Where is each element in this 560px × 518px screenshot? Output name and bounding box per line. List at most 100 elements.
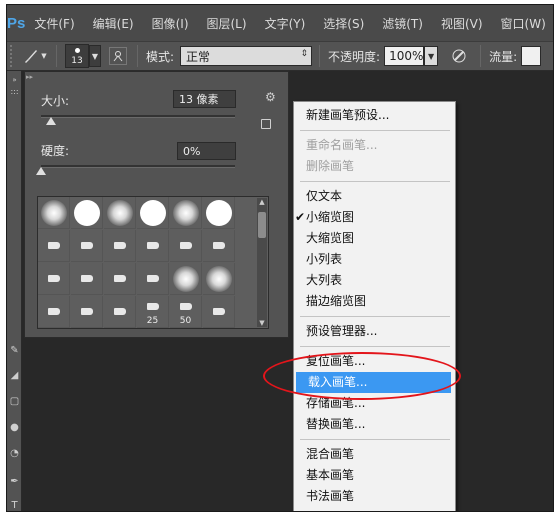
brush-preset-soft[interactable]	[170, 263, 202, 295]
brush-tool-icon[interactable]: ▼	[18, 44, 52, 68]
brush-preset-soft[interactable]	[170, 197, 202, 229]
brush-preset-size: 50	[179, 316, 192, 326]
pen-icon[interactable]: ✒	[7, 475, 22, 489]
brush-panel-toggle-icon[interactable]	[109, 47, 127, 65]
gradient-icon[interactable]: ▢	[7, 395, 22, 409]
menu-item[interactable]: 小列表	[294, 249, 455, 270]
brush-preset-tip[interactable]	[38, 263, 70, 295]
brush-preset-tip[interactable]	[71, 296, 103, 328]
brush-preset-soft[interactable]	[104, 197, 136, 229]
menu-item-label: 预设管理器...	[306, 324, 378, 338]
menu-item-label: 替换画笔...	[306, 417, 366, 431]
opacity-input[interactable]: 100%	[384, 46, 425, 66]
brush-preset-tip[interactable]	[71, 263, 103, 295]
menu-separator	[300, 130, 450, 131]
hardness-slider[interactable]	[41, 165, 235, 168]
brush-tip-tip-icon	[80, 308, 93, 315]
brush-preset-soft[interactable]	[203, 263, 235, 295]
menu-item[interactable]: 描边缩览图	[294, 291, 455, 312]
scroll-thumb[interactable]	[258, 212, 266, 238]
brush-preset-hard[interactable]	[203, 197, 235, 229]
history-brush-icon[interactable]: ✎	[7, 344, 22, 358]
menu-item-label: 复位画笔...	[306, 354, 366, 368]
hardness-slider-thumb[interactable]	[36, 167, 46, 175]
menu-item[interactable]: 混合画笔	[294, 444, 455, 465]
menu-8[interactable]: 窗口(W)	[492, 15, 553, 32]
menu-6[interactable]: 滤镜(T)	[373, 15, 432, 32]
grip-handle[interactable]	[10, 45, 18, 67]
toolbar-grip[interactable]: :::	[7, 85, 22, 99]
brush-preset-soft[interactable]	[38, 197, 70, 229]
mode-value: 正常	[186, 49, 211, 64]
brush-preset-tip[interactable]	[203, 230, 235, 262]
menu-separator	[300, 346, 450, 347]
menu-item[interactable]: 替换画笔...	[294, 414, 455, 435]
mode-select[interactable]: 正常 ⇕	[180, 46, 313, 66]
eraser-icon[interactable]: ◢	[7, 369, 22, 383]
scroll-up-icon[interactable]: ▲	[257, 198, 267, 206]
size-slider[interactable]	[41, 115, 235, 118]
opacity-value: 100%	[389, 49, 424, 63]
menu-1[interactable]: 编辑(E)	[84, 15, 143, 32]
menu-item-label: 基本画笔	[306, 468, 355, 482]
pressure-opacity-icon[interactable]	[448, 45, 470, 67]
scroll-down-icon[interactable]: ▼	[257, 319, 267, 327]
preset-scrollbar[interactable]: ▲ ▼	[257, 198, 267, 327]
opacity-chevron-down-icon[interactable]: ▼	[424, 46, 439, 66]
new-preset-icon[interactable]	[261, 119, 271, 129]
menu-4[interactable]: 文字(Y)	[256, 15, 315, 32]
menu-item[interactable]: 新建画笔预设...	[294, 105, 455, 126]
menu-5[interactable]: 选择(S)	[314, 15, 373, 32]
flow-input[interactable]	[521, 46, 542, 66]
menu-2[interactable]: 图像(I)	[143, 15, 198, 32]
size-slider-thumb[interactable]	[45, 117, 56, 125]
brush-panel-menu: 新建画笔预设... 重命名画笔... 删除画笔 仅文本 ✔ 小缩览图 大缩览图 小列表 大列表描…	[293, 101, 456, 511]
brush-preset-hard[interactable]	[71, 197, 103, 229]
brush-picker-chevron-down-icon[interactable]: ▼	[89, 45, 101, 67]
brush-preset-tip[interactable]	[170, 230, 202, 262]
brush-tip-tip-icon	[113, 308, 126, 315]
menu-0[interactable]: 文件(F)	[25, 15, 83, 32]
gear-icon[interactable]: ⚙	[265, 90, 279, 104]
updown-arrows-icon: ⇕	[300, 49, 309, 59]
checkmark-icon: ✔	[295, 210, 306, 224]
brush-preset-tip[interactable]	[137, 230, 169, 262]
panel-collapse-icon[interactable]: ▸▸	[26, 73, 33, 81]
brush-preset-tip[interactable]	[104, 296, 136, 328]
menu-7[interactable]: 视图(V)	[432, 15, 492, 32]
menu-item[interactable]: 复位画笔...	[294, 351, 455, 372]
brush-preset-tip[interactable]	[203, 296, 235, 328]
menu-item[interactable]: 大列表	[294, 270, 455, 291]
brush-preset-tip[interactable]	[38, 230, 70, 262]
size-input[interactable]: 13 像素	[173, 90, 236, 108]
brush-preset-hard[interactable]	[137, 197, 169, 229]
menu-item[interactable]: ✔ 小缩览图	[294, 207, 455, 228]
brush-tip-tip-icon	[47, 242, 60, 249]
brush-preset-tip[interactable]	[104, 230, 136, 262]
type-icon[interactable]: T	[7, 499, 22, 511]
brush-tip-hard-icon	[205, 199, 232, 226]
brush-tip-tip-icon	[212, 242, 225, 249]
brush-preset-tip[interactable]	[71, 230, 103, 262]
brush-tip-tip-icon	[47, 308, 60, 315]
brush-preset-tip[interactable]: 25	[137, 296, 169, 328]
brush-preset-tip[interactable]: 50	[170, 296, 202, 328]
hardness-label: 硬度:	[41, 144, 70, 158]
brush-tip-dot	[75, 48, 80, 53]
brush-preset-tip[interactable]	[137, 263, 169, 295]
menu-item[interactable]: 大缩览图	[294, 228, 455, 249]
brush-preset-picker[interactable]: 13	[65, 44, 89, 68]
menu-item[interactable]: 仅文本	[294, 186, 455, 207]
menu-3[interactable]: 图层(L)	[198, 15, 256, 32]
menu-item[interactable]: 书法画笔	[294, 486, 455, 507]
blur-icon[interactable]: ●	[7, 421, 22, 435]
dodge-icon[interactable]: ◔	[7, 447, 22, 461]
menu-item[interactable]: 基本画笔	[294, 465, 455, 486]
brush-tip-tip-icon	[113, 275, 126, 282]
brush-preset-tip[interactable]	[104, 263, 136, 295]
brush-preset-tip[interactable]	[38, 296, 70, 328]
hardness-input[interactable]: 0%	[177, 142, 236, 160]
menu-item[interactable]: 载入画笔...	[296, 372, 451, 393]
menu-item[interactable]: 存储画笔...	[294, 393, 455, 414]
menu-item[interactable]: 预设管理器...	[294, 321, 455, 342]
